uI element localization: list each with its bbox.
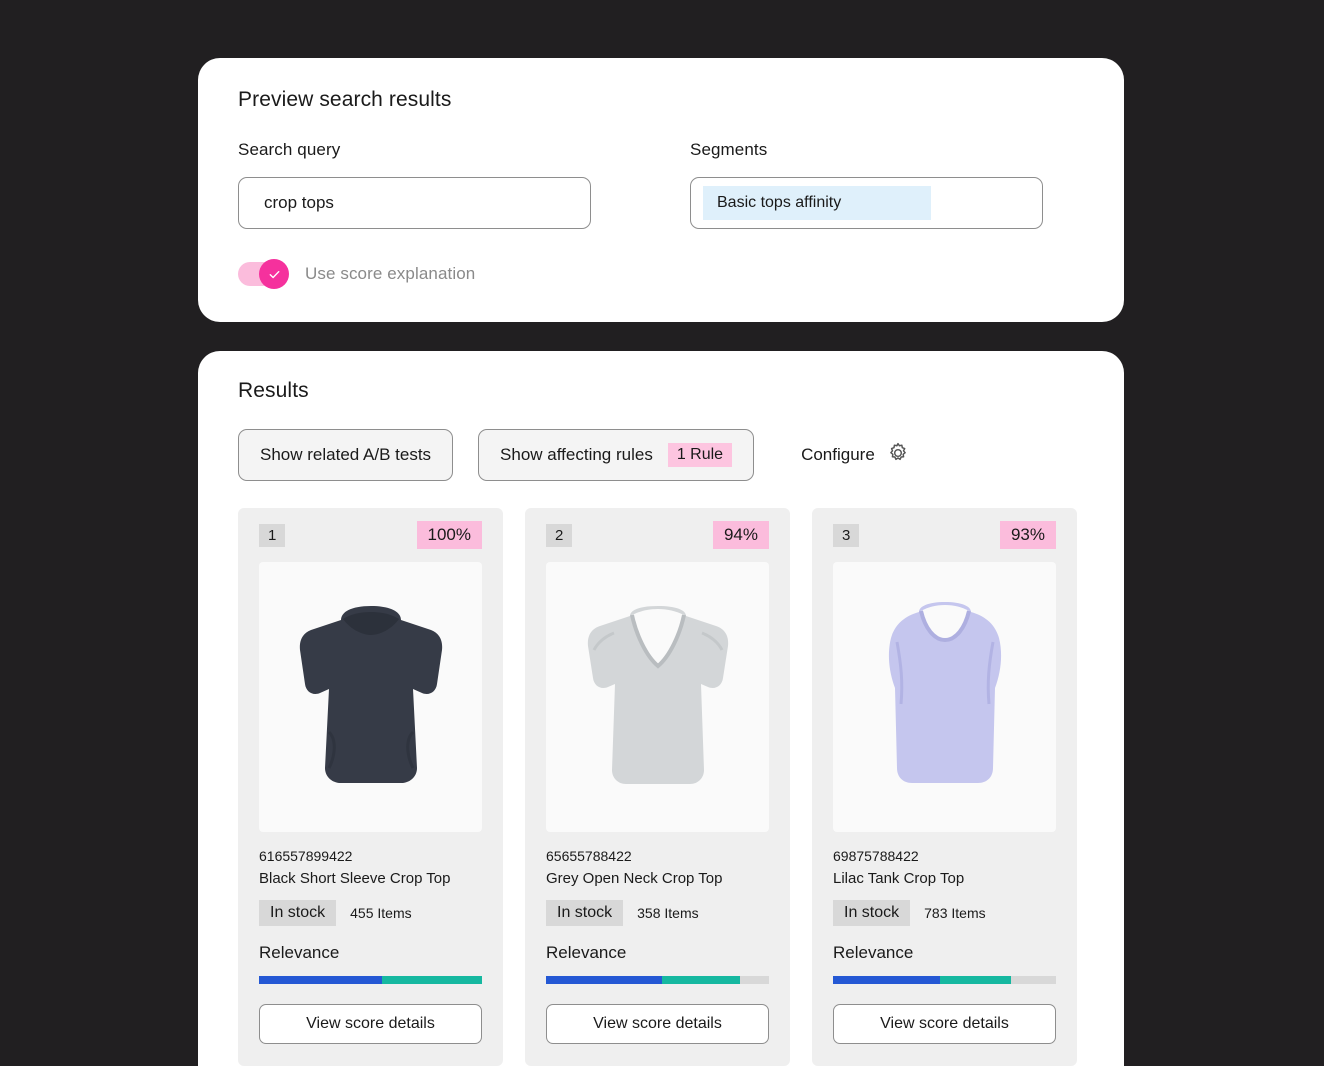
view-score-details-button[interactable]: View score details	[259, 1004, 482, 1044]
score-badge: 100%	[416, 521, 482, 549]
search-query-label: Search query	[238, 140, 341, 159]
product-name: Black Short Sleeve Crop Top	[259, 870, 451, 887]
relevance-bar-blue-segment	[546, 976, 662, 984]
check-icon	[259, 259, 289, 289]
product-image	[546, 562, 769, 832]
score-badge: 94%	[712, 521, 769, 549]
stock-row: In stock 358 Items	[546, 900, 769, 926]
stock-row: In stock 783 Items	[833, 900, 1056, 926]
page-title: Preview search results	[238, 88, 452, 111]
preview-page: Preview search results Search query crop…	[198, 58, 1124, 1066]
configure-button[interactable]: Configure	[801, 442, 909, 469]
stock-count: 783 Items	[924, 905, 986, 921]
use-score-explanation-row: Use score explanation	[238, 259, 1084, 289]
relevance-label: Relevance	[833, 943, 914, 962]
relevance-bar	[546, 976, 769, 984]
card-header: 3 93%	[833, 521, 1056, 549]
use-score-explanation-toggle[interactable]	[238, 259, 289, 289]
relevance-bar-blue-segment	[259, 976, 382, 984]
product-sku: 69875788422	[833, 848, 919, 864]
results-title: Results	[238, 379, 309, 402]
product-name: Lilac Tank Crop Top	[833, 870, 965, 887]
status-badge: In stock	[833, 900, 911, 926]
rank-badge: 1	[259, 523, 286, 547]
view-score-details-button[interactable]: View score details	[546, 1004, 769, 1044]
card-header: 2 94%	[546, 521, 769, 549]
card-header: 1 100%	[259, 521, 482, 549]
product-name: Grey Open Neck Crop Top	[546, 870, 723, 887]
show-related-ab-tests-button[interactable]: Show related A/B tests	[238, 429, 454, 481]
relevance-bar-teal-segment	[661, 976, 740, 984]
stock-count: 455 Items	[350, 905, 412, 921]
product-sku: 616557899422	[259, 848, 353, 864]
preview-form: Search query crop tops Segments Basic to…	[238, 140, 1084, 229]
configure-label: Configure	[801, 445, 875, 464]
product-sku: 65655788422	[546, 848, 632, 864]
preview-search-results-panel: Preview search results Search query crop…	[198, 58, 1124, 322]
use-score-explanation-label: Use score explanation	[305, 264, 476, 283]
segments-group: Segments Basic tops affinity	[690, 140, 1043, 229]
affecting-rules-badge: 1 Rule	[667, 443, 733, 467]
relevance-bar	[259, 976, 482, 984]
relevance-bar-teal-segment	[940, 976, 1012, 984]
search-query-group: Search query crop tops	[238, 140, 591, 229]
segments-label: Segments	[690, 140, 768, 159]
search-input[interactable]: crop tops	[238, 177, 591, 229]
product-image	[833, 562, 1056, 832]
relevance-label: Relevance	[546, 943, 627, 962]
segment-chip[interactable]: Basic tops affinity	[703, 186, 931, 220]
result-card[interactable]: 3 93% 69875788422 Lilac Tank Crop Top In…	[812, 508, 1077, 1066]
stock-row: In stock 455 Items	[259, 900, 482, 926]
view-score-details-button[interactable]: View score details	[833, 1004, 1056, 1044]
results-controls: Show related A/B tests Show affecting ru…	[238, 429, 1084, 481]
rank-badge: 2	[546, 523, 573, 547]
relevance-bar	[833, 976, 1056, 984]
result-card[interactable]: 2 94% 65655788422 Grey Open Neck Crop To…	[525, 508, 790, 1066]
show-affecting-rules-label: Show affecting rules	[500, 445, 653, 464]
results-card-list: 1 100% 616557899422 Black Short Sleeve C…	[238, 508, 1084, 1066]
show-affecting-rules-button[interactable]: Show affecting rules 1 Rule	[478, 429, 755, 481]
product-image	[259, 562, 482, 832]
relevance-label: Relevance	[259, 943, 340, 962]
stock-count: 358 Items	[637, 905, 699, 921]
result-card[interactable]: 1 100% 616557899422 Black Short Sleeve C…	[238, 508, 503, 1066]
status-badge: In stock	[546, 900, 624, 926]
status-badge: In stock	[259, 900, 337, 926]
results-panel: Results Show related A/B tests Show affe…	[198, 351, 1124, 1066]
segments-input[interactable]: Basic tops affinity	[690, 177, 1043, 229]
gear-icon	[887, 442, 909, 469]
rank-badge: 3	[833, 523, 860, 547]
relevance-bar-blue-segment	[833, 976, 941, 984]
score-badge: 93%	[999, 521, 1056, 549]
relevance-bar-teal-segment	[381, 976, 482, 984]
